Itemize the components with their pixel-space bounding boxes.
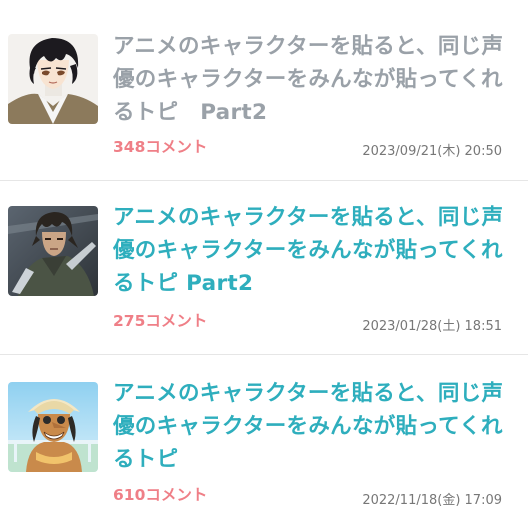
topic-item[interactable]: アニメのキャラクターを貼ると、同じ声優のキャラクターをみんなが貼ってくれるトピ …	[0, 181, 528, 355]
topic-title[interactable]: アニメのキャラクターを貼ると、同じ声優のキャラクターをみんなが貼ってくれるトピ	[113, 377, 510, 476]
topic-item[interactable]: アニメのキャラクターを貼ると、同じ声優のキャラクターをみんなが貼ってくれるトピ …	[0, 0, 528, 181]
topic-title[interactable]: アニメのキャラクターを貼ると、同じ声優のキャラクターをみんなが貼ってくれるトピ …	[113, 201, 510, 300]
topic-title[interactable]: アニメのキャラクターを貼ると、同じ声優のキャラクターをみんなが貼ってくれるトピ …	[113, 30, 510, 129]
topic-item[interactable]: アニメのキャラクターを貼ると、同じ声優のキャラクターをみんなが貼ってくれるトピ …	[0, 355, 528, 528]
anime-character-dark-hair-thumbnail[interactable]	[8, 34, 98, 124]
topic-list: アニメのキャラクターを貼ると、同じ声優のキャラクターをみんなが貼ってくれるトピ …	[0, 0, 528, 528]
anime-character-soldier-thumbnail[interactable]	[8, 206, 98, 296]
comment-count: 275コメント	[113, 312, 208, 330]
anime-character-sniper-thumbnail[interactable]	[8, 382, 98, 472]
post-date: 2023/09/21(木) 20:50	[362, 144, 502, 159]
comment-count: 610コメント	[113, 486, 208, 504]
post-date: 2022/11/18(金) 17:09	[362, 493, 502, 508]
post-date: 2023/01/28(土) 18:51	[362, 319, 502, 334]
comment-count: 348コメント	[113, 138, 208, 156]
